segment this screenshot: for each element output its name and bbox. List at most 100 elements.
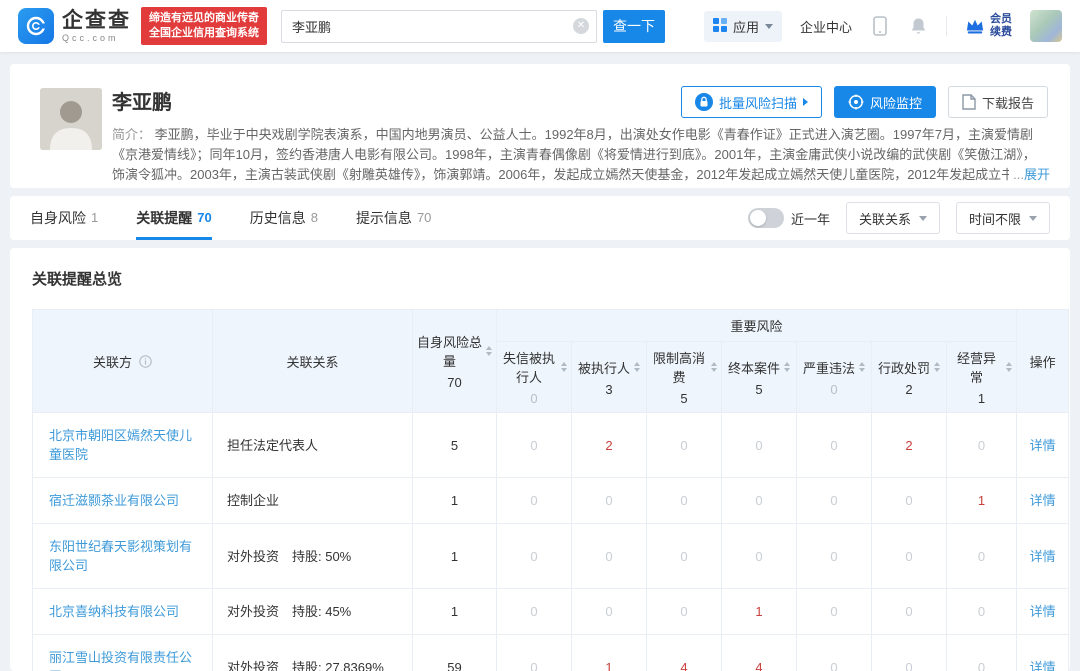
batch-risk-scan-button[interactable]: 批量风险扫描	[681, 86, 822, 118]
sort-icon[interactable]	[486, 346, 492, 356]
company-link[interactable]: 北京喜纳科技有限公司	[49, 604, 179, 619]
sort-icon[interactable]	[561, 362, 567, 372]
intro-label: 简介：	[112, 127, 151, 142]
risk-column-total: 0	[801, 382, 867, 397]
column-group-important-risk: 重要风险	[497, 310, 1017, 342]
column-header-party: 关联方	[33, 310, 213, 413]
sort-icon[interactable]	[784, 362, 790, 372]
column-header-relation: 关联关系	[213, 310, 413, 413]
relation-cell: 对外投资 持股: 50%	[213, 524, 413, 589]
relation-cell: 对外投资 持股: 27.8369%	[213, 635, 413, 671]
risk-column-total: 2	[876, 382, 942, 397]
document-icon	[962, 94, 976, 110]
risk-value-cell: 0	[572, 478, 647, 524]
related-alerts-panel: 关联提醒总览 关联方	[10, 248, 1070, 671]
qcc-logo-icon	[18, 8, 54, 44]
risk-value-cell: 0	[647, 589, 722, 635]
notifications-bell-icon[interactable]	[908, 16, 928, 36]
chevron-down-icon	[765, 24, 773, 29]
company-link[interactable]: 宿迁滋颢茶业有限公司	[49, 493, 179, 508]
risk-value-cell: 0	[722, 413, 797, 478]
recent-year-label: 近一年	[791, 209, 830, 228]
profile-intro: 简介： 李亚鹏，毕业于中央戏剧学院表演系，中国内地男演员、公益人士。1992年8…	[112, 125, 1050, 185]
top-bar: 企查查 Qcc.com 缔造有远见的商业传奇 全国企业信用查询系统 ✕ 查一下 …	[0, 0, 1080, 52]
risk-value-cell: 0	[797, 635, 872, 671]
sort-icon[interactable]	[1006, 362, 1012, 372]
user-avatar[interactable]	[1030, 10, 1062, 42]
time-filter-dropdown[interactable]: 时间不限	[956, 202, 1050, 234]
risk-column-total: 5	[726, 382, 792, 397]
risk-column-header[interactable]: 被执行人3	[572, 342, 647, 413]
company-link[interactable]: 丽江雪山投资有限责任公司	[49, 650, 192, 671]
sort-icon[interactable]	[859, 362, 865, 372]
risk-column-header[interactable]: 严重违法0	[797, 342, 872, 413]
column-header-self-risk[interactable]: 自身风险总量 70	[413, 310, 497, 413]
risk-column-total: 5	[651, 391, 717, 406]
tab-notice-info[interactable]: 提示信息 70	[356, 196, 431, 240]
risk-column-header[interactable]: 经营异常1	[947, 342, 1017, 413]
related-alerts-table: 关联方 关联关系 自身风险	[32, 309, 1069, 671]
self-risk-count-cell: 1	[413, 478, 497, 524]
detail-link[interactable]: 详情	[1030, 660, 1056, 671]
risk-column-total: 0	[501, 391, 567, 406]
chevron-down-icon	[919, 216, 927, 221]
search-button[interactable]: 查一下	[603, 10, 665, 43]
risk-column-header[interactable]: 行政处罚2	[872, 342, 947, 413]
detail-link[interactable]: 详情	[1030, 604, 1056, 619]
recent-year-toggle[interactable]	[748, 208, 784, 228]
page-title: 李亚鹏	[112, 86, 172, 115]
expand-link[interactable]: 展开	[1024, 167, 1050, 182]
sort-icon[interactable]	[711, 362, 717, 372]
detail-link[interactable]: 详情	[1030, 493, 1056, 508]
self-risk-count-cell: 1	[413, 589, 497, 635]
sort-icon[interactable]	[934, 362, 940, 372]
crown-icon	[965, 17, 985, 35]
risk-monitor-button[interactable]: 风险监控	[834, 86, 936, 118]
tab-related-alerts[interactable]: 关联提醒 70	[136, 196, 211, 240]
search-input[interactable]	[281, 10, 597, 43]
risk-value-cell: 0	[497, 478, 572, 524]
tab-history-info[interactable]: 历史信息 8	[250, 196, 318, 240]
clear-search-icon[interactable]: ✕	[573, 18, 589, 34]
detail-link[interactable]: 详情	[1030, 438, 1056, 453]
info-icon[interactable]	[139, 355, 152, 368]
company-link[interactable]: 北京市朝阳区嫣然天使儿童医院	[49, 428, 192, 462]
risk-value-cell: 1	[722, 589, 797, 635]
logo-text: 企查查	[62, 10, 131, 31]
risk-value-cell: 0	[497, 589, 572, 635]
risk-value-cell: 0	[722, 524, 797, 589]
apps-menu[interactable]: 应用	[704, 11, 782, 42]
risk-column-header[interactable]: 限制高消费5	[647, 342, 722, 413]
risk-value-cell: 0	[647, 478, 722, 524]
tabs-bar: 自身风险 1 关联提醒 70 历史信息 8 提示信息 70 近一年 关联关系 时…	[10, 196, 1070, 240]
member-renew-button[interactable]: 会员 续费	[965, 13, 1012, 39]
sort-icon[interactable]	[634, 362, 640, 372]
risk-value-cell: 0	[572, 589, 647, 635]
risk-column-header[interactable]: 失信被执行人0	[497, 342, 572, 413]
risk-value-cell: 0	[797, 524, 872, 589]
risk-value-cell: 0	[647, 524, 722, 589]
risk-value-cell: 0	[797, 413, 872, 478]
relation-cell: 对外投资 持股: 45%	[213, 589, 413, 635]
risk-value-cell: 0	[797, 589, 872, 635]
relation-filter-dropdown[interactable]: 关联关系	[846, 202, 940, 234]
risk-value-cell: 0	[947, 413, 1017, 478]
download-report-button[interactable]: 下载报告	[948, 86, 1048, 118]
table-row: 丽江雪山投资有限责任公司对外投资 持股: 27.8369%590144000详情	[33, 635, 1069, 671]
divider	[946, 16, 947, 36]
relation-cell: 担任法定代表人	[213, 413, 413, 478]
brand-slogan: 缔造有远见的商业传奇 全国企业信用查询系统	[141, 7, 267, 45]
company-link[interactable]: 东阳世纪春天影视策划有限公司	[49, 539, 192, 573]
tab-self-risk[interactable]: 自身风险 1	[30, 196, 98, 240]
arrow-right-icon	[803, 98, 808, 106]
qcc-logo[interactable]: 企查查 Qcc.com	[18, 8, 131, 44]
risk-value-cell: 0	[572, 524, 647, 589]
self-risk-count-cell: 59	[413, 635, 497, 671]
risk-column-header[interactable]: 终本案件5	[722, 342, 797, 413]
risk-column-total: 3	[576, 382, 642, 397]
detail-link[interactable]: 详情	[1030, 549, 1056, 564]
mobile-app-icon[interactable]	[870, 16, 890, 36]
enterprise-center-link[interactable]: 企业中心	[800, 17, 852, 36]
risk-value-cell: 0	[947, 635, 1017, 671]
risk-value-cell: 4	[722, 635, 797, 671]
